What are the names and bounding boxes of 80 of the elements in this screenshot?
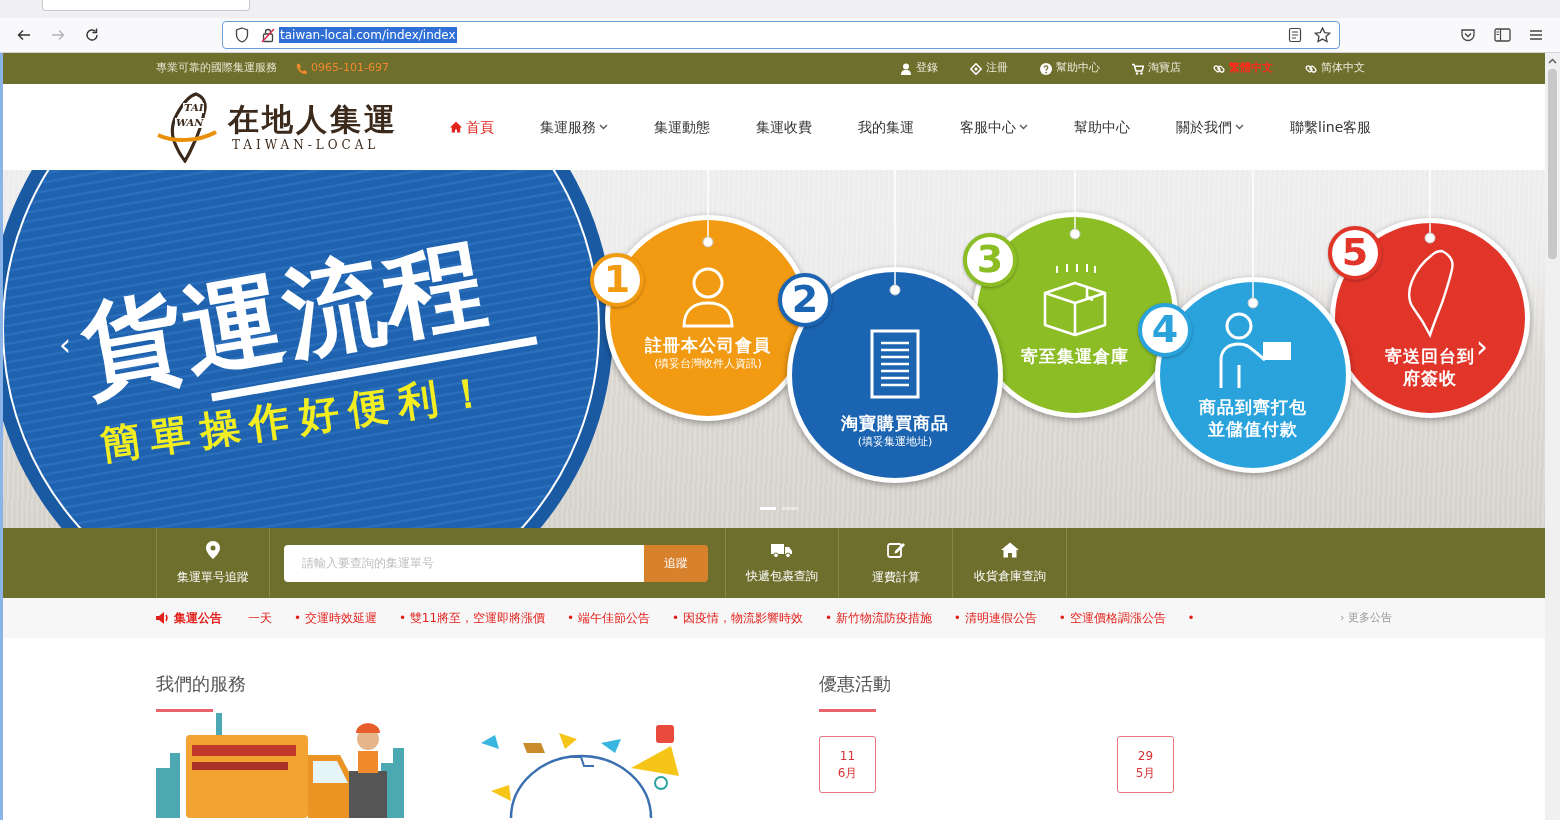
notice-link[interactable]: • 空運價格調漲公告 [1058, 609, 1166, 627]
document-icon [869, 327, 921, 400]
person-icon [680, 265, 736, 328]
lock-icon [261, 27, 275, 43]
notice-link[interactable]: • 新竹物流防疫措施 [824, 609, 932, 627]
top-link[interactable]: 淘寶店 [1132, 60, 1181, 77]
scrollbar-thumb[interactable] [1548, 69, 1557, 259]
previous-slide-button[interactable]: ‹ [59, 330, 71, 360]
back-arrow-icon[interactable] [16, 27, 32, 43]
user-icon [900, 62, 912, 75]
nav-link[interactable]: 集運服務 [540, 116, 608, 138]
track-button[interactable]: 追蹤 [644, 544, 708, 582]
tagline-text: 專業可靠的國際集運服務 [156, 60, 277, 77]
home-icon [450, 121, 462, 133]
diamond-icon [970, 62, 982, 75]
step-title: 淘寶購買商品 [841, 411, 949, 434]
step-title: 註冊本公司會員 [645, 333, 771, 356]
edit-icon [886, 540, 905, 559]
logo-name: 在地人集運 [228, 102, 398, 138]
address-field[interactable]: taiwan-local.com/index/index [222, 21, 1340, 49]
date-day: 29 [1137, 747, 1154, 765]
logo-emblem-text: WAN [175, 118, 205, 128]
logo-emblem-text: TAI [183, 103, 205, 113]
reader-view-icon[interactable] [1288, 27, 1302, 43]
shield-icon [235, 27, 249, 43]
speaker-icon [156, 612, 170, 624]
nav-link[interactable]: 關於我們 [1176, 116, 1244, 138]
notice-link[interactable]: • 清明連假公告 [953, 609, 1037, 627]
scroll-up-icon[interactable] [1548, 58, 1557, 64]
menu-icon[interactable] [1529, 29, 1543, 41]
bullet-text: • [1187, 610, 1195, 627]
language-link[interactable]: 简体中文 [1305, 60, 1365, 77]
nav-link[interactable]: 客服中心 [960, 116, 1028, 138]
next-slide-button[interactable]: › [1476, 332, 1488, 362]
step-note: (填妥集運地址) [857, 433, 933, 449]
nav-link[interactable]: 幫助中心 [1074, 116, 1130, 138]
top-link[interactable]: 幫助中心 [1040, 60, 1100, 77]
step-title: 府簽收 [1403, 367, 1457, 389]
truck-icon [771, 541, 793, 558]
top-link[interactable]: 注冊 [970, 60, 1008, 77]
nav-link[interactable]: 聯繫line客服 [1290, 116, 1372, 138]
step-number: 5 [1328, 226, 1382, 280]
date-month: 5月 [1135, 764, 1156, 782]
date-day: 11 [839, 747, 856, 765]
scrollbar[interactable] [1545, 53, 1560, 820]
bookmark-star-icon[interactable] [1314, 27, 1331, 43]
notice-title-link[interactable]: 集運公告 [156, 609, 222, 627]
nav-link[interactable]: 首頁 [450, 116, 494, 138]
link-icon [1213, 62, 1225, 75]
reload-icon[interactable] [84, 27, 100, 43]
date-month: 6月 [837, 764, 858, 782]
taiwan-logo-icon [156, 91, 220, 163]
url-text[interactable]: taiwan-local.com/index/index [279, 27, 457, 43]
question-circle-icon [1040, 62, 1052, 75]
pocket-icon[interactable] [1460, 27, 1476, 43]
home-icon [1000, 541, 1019, 558]
step-title: 並儲值付款 [1208, 418, 1298, 440]
sidebar-icon[interactable] [1494, 28, 1511, 42]
step-title: 寄至集運倉庫 [1021, 345, 1129, 367]
notice-link[interactable]: • 因疫情，物流影響時效 [672, 609, 803, 627]
nav-link[interactable]: 集運收費 [756, 116, 812, 138]
notice-link[interactable]: • 交運時效延遲 [294, 609, 377, 627]
notice-link[interactable]: • 端午佳節公告 [567, 609, 650, 627]
section-heading: 我們的服務 [156, 672, 246, 696]
delivery-van-drawing[interactable] [156, 713, 404, 818]
step-title: 商品到齊打包 [1199, 396, 1307, 418]
nav-link[interactable]: 集運動態 [654, 116, 710, 138]
notice-link[interactable]: • 雙11將至，空運即將漲價 [398, 609, 546, 627]
logo-subtitle: TAIWAN-LOCAL [232, 137, 381, 152]
more-notices-link[interactable]: › 更多公告 [1340, 609, 1392, 627]
top-link[interactable]: 登錄 [900, 60, 938, 77]
step-note: (填妥台灣收件人資訊) [654, 355, 762, 371]
notice-link[interactable]: 一天 [248, 609, 272, 627]
step-title: 寄送回台到 [1385, 345, 1475, 367]
nav-link[interactable]: 我的集運 [858, 116, 914, 138]
link-icon [1305, 62, 1317, 75]
section-heading: 優惠活動 [819, 672, 891, 696]
map-pin-icon [206, 540, 220, 559]
cart-icon [1132, 62, 1144, 75]
phone-icon [295, 62, 307, 75]
